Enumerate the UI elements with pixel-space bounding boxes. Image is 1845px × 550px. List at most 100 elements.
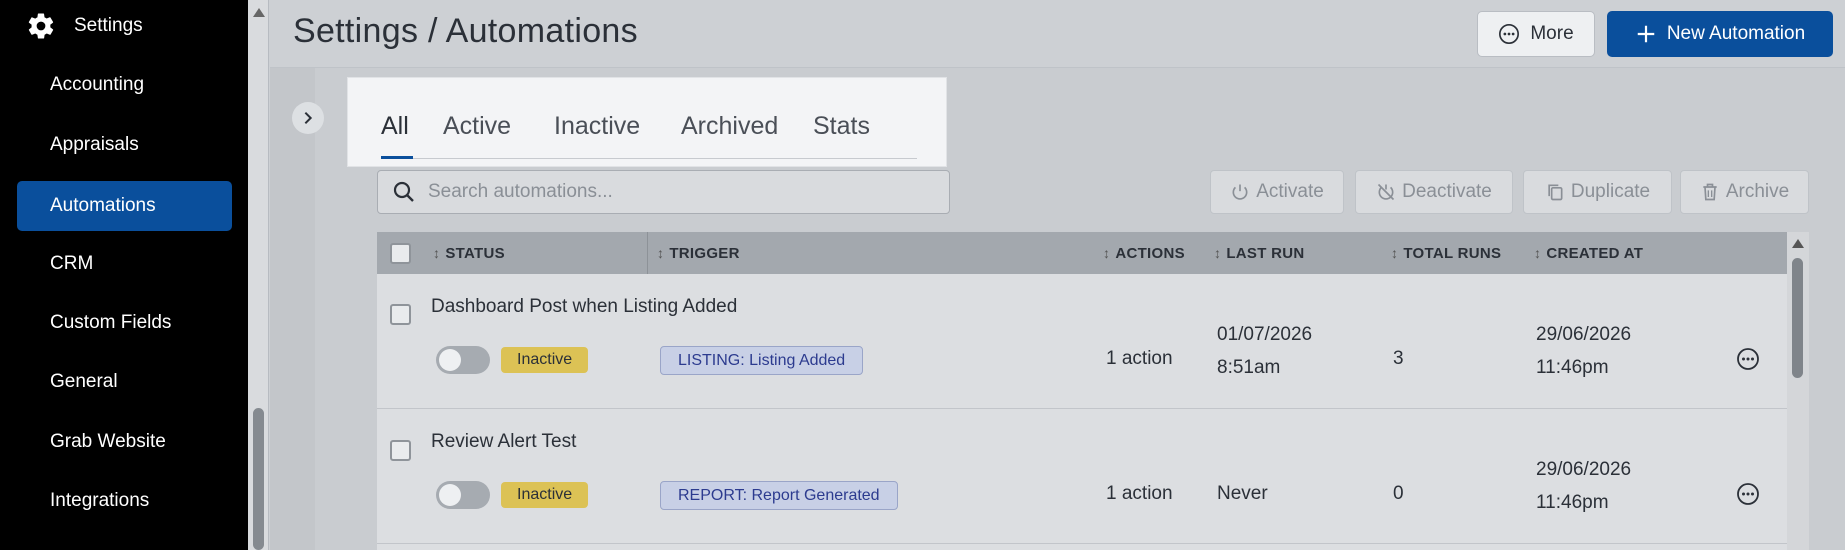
tab-stats[interactable]: Stats [813,112,870,141]
status-toggle[interactable] [436,481,490,509]
actions-count: 1 action [1106,348,1173,369]
total-runs: 3 [1393,348,1404,369]
tabs-divider [381,158,917,159]
more-circle-icon [1499,24,1520,44]
main-content: All Active Inactive Archived Stats Activ… [270,68,1845,550]
duplicate-label: Duplicate [1570,181,1651,202]
plus-icon [1637,25,1655,43]
last-run-time: 8:51am [1217,357,1281,378]
sidebar-item-automations[interactable]: Automations [17,181,232,231]
last-run-date: Never [1217,483,1268,504]
power-icon [1232,184,1248,200]
more-button-label: More [1530,23,1574,44]
sidebar: Settings Accounting Appraisals Automatio… [0,0,248,550]
sidebar-item-crm[interactable]: CRM [17,239,232,289]
duplicate-button[interactable]: Duplicate [1523,170,1672,214]
sidebar-item-integrations[interactable]: Integrations [17,476,232,526]
sidebar-item-label: General [50,371,118,392]
sort-icon: ↕ [433,245,441,261]
sidebar-header[interactable]: Settings [0,0,248,52]
sidebar-item-label: Custom Fields [50,312,172,333]
sidebar-item-grab-website[interactable]: Grab Website [17,417,232,467]
scrollbar-thumb[interactable] [253,408,264,550]
archive-button[interactable]: Archive [1680,170,1809,214]
row-menu-icon[interactable] [1736,482,1760,506]
column-header-label: STATUS [445,244,505,262]
column-header-label: LAST RUN [1226,244,1305,262]
sort-icon: ↕ [1103,245,1111,261]
sidebar-item-label: Integrations [50,490,150,511]
column-header-last-run[interactable]: ↕ LAST RUN [1214,232,1305,274]
column-header-created-at[interactable]: ↕ CREATED AT [1534,232,1643,274]
gear-icon [28,13,54,39]
deactivate-label: Deactivate [1402,181,1492,202]
created-time: 11:46pm [1536,357,1609,378]
trigger-chip: REPORT: Report Generated [660,481,898,510]
active-tab-indicator [381,156,413,159]
status-toggle[interactable] [436,346,490,374]
automations-table: ↕ STATUS ↕ TRIGGER ↕ ACTIONS ↕ LAST RUN ↕ TOT… [377,232,1792,550]
new-automation-label: New Automation [1666,23,1806,44]
chevron-right-icon [304,111,313,125]
column-divider[interactable] [647,232,648,274]
column-header-label: TRIGGER [669,244,740,262]
deactivate-button[interactable]: Deactivate [1355,170,1513,214]
sidebar-item-label: Accounting [50,74,145,95]
table-scrollbar[interactable] [1787,232,1809,550]
automation-name[interactable]: Dashboard Post when Listing Added [431,296,737,318]
select-all-checkbox[interactable] [390,243,411,264]
toggle-knob [439,484,461,506]
copy-icon [1548,184,1563,201]
tab-archived[interactable]: Archived [681,112,778,141]
scroll-up-arrow-icon[interactable] [1792,239,1804,248]
table-header: ↕ STATUS ↕ TRIGGER ↕ ACTIONS ↕ LAST RUN ↕ TOT… [377,232,1792,274]
column-header-label: CREATED AT [1546,244,1644,262]
sidebar-item-label: Grab Website [50,431,166,452]
sidebar-scrollbar[interactable] [248,0,269,550]
total-runs: 0 [1393,483,1404,504]
toggle-knob [439,349,461,371]
actions-count: 1 action [1106,483,1173,504]
column-header-label: ACTIONS [1115,244,1185,262]
column-header-status[interactable]: ↕ STATUS [433,232,505,274]
column-header-trigger[interactable]: ↕ TRIGGER [657,232,740,274]
activate-label: Activate [1256,181,1324,202]
tab-inactive[interactable]: Inactive [554,112,640,141]
search-box [377,170,950,214]
more-button[interactable]: More [1477,11,1595,57]
created-time: 11:46pm [1536,492,1609,513]
new-automation-button[interactable]: New Automation [1607,11,1833,57]
column-header-total-runs[interactable]: ↕ TOTAL RUNS [1391,232,1501,274]
trash-icon [1703,183,1717,201]
column-header-label: TOTAL RUNS [1403,244,1502,262]
status-badge: Inactive [501,482,589,508]
table-row[interactable]: Dashboard Post when Listing Added Inacti… [377,274,1792,409]
sort-icon: ↕ [1214,245,1222,261]
sidebar-item-appraisals[interactable]: Appraisals [17,120,232,170]
power-off-icon [1378,183,1395,201]
status-badge: Inactive [501,347,589,373]
sidebar-item-accounting[interactable]: Accounting [17,60,232,110]
scroll-up-arrow-icon[interactable] [253,8,265,17]
automation-name[interactable]: Review Alert Test [431,431,576,453]
table-row[interactable]: Review Alert Test Inactive REPORT: Repor… [377,409,1792,544]
row-menu-icon[interactable] [1736,347,1760,371]
page-title: Settings / Automations [293,12,638,50]
tab-all[interactable]: All [381,112,409,141]
sidebar-item-label: Automations [50,195,156,216]
last-run-date: 01/07/2026 [1217,324,1313,345]
sidebar-header-label: Settings [74,15,143,36]
column-header-actions[interactable]: ↕ ACTIONS [1103,232,1185,274]
tab-active[interactable]: Active [443,112,511,141]
created-date: 29/06/2026 [1536,324,1632,345]
search-input[interactable] [428,181,928,203]
scrollbar-thumb[interactable] [1792,258,1803,378]
activate-button[interactable]: Activate [1210,170,1344,214]
sort-icon: ↕ [657,245,665,261]
row-checkbox[interactable] [390,304,411,325]
row-checkbox[interactable] [390,440,411,461]
expand-panel-button[interactable] [292,102,324,134]
sidebar-item-general[interactable]: General [17,357,232,407]
sidebar-item-label: Appraisals [50,134,139,155]
sidebar-item-custom-fields[interactable]: Custom Fields [17,298,232,348]
